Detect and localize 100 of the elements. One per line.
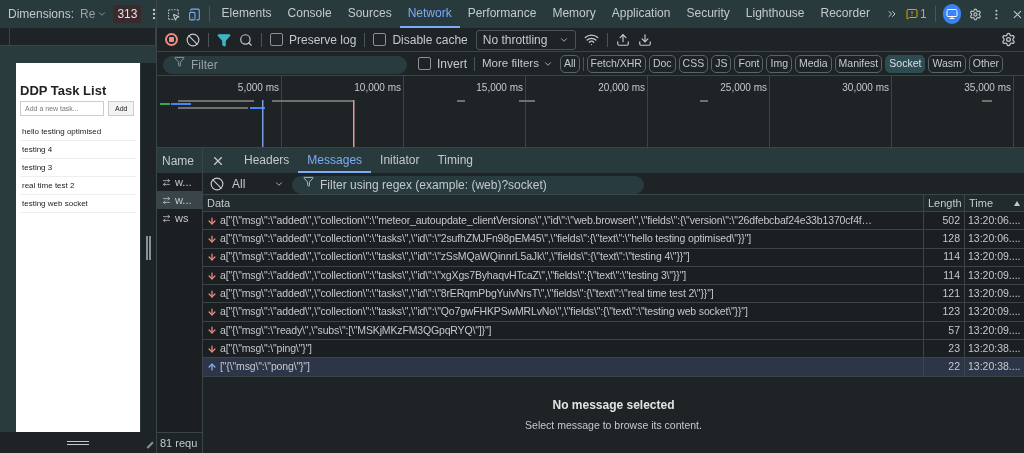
filter-icon[interactable] [217, 32, 231, 47]
timeline-tick-label: 20,000 ms [598, 81, 645, 95]
type-filter-chip[interactable]: Fetch/XHR [586, 54, 646, 73]
down-arrow-icon [207, 325, 217, 336]
empty-state-hint: Select message to browse its content. [525, 417, 702, 433]
message-length: 22 [923, 358, 964, 376]
task-item: real time test 2 [20, 177, 136, 196]
column-header[interactable]: Data [203, 195, 923, 211]
request-row[interactable]: w... [157, 191, 202, 209]
checkbox-label: Invert [437, 55, 467, 73]
devtools-tab[interactable]: Application [603, 0, 679, 28]
bottom-resize-handle[interactable] [67, 440, 89, 445]
device-toolbar-icon[interactable] [187, 6, 201, 22]
message-row[interactable]: a["{\"msg\":\"ready\",\"subs\":[\"MSKjMKzFM3QGpqRYQ\"]}"] 57 13:20:09.... [203, 321, 1024, 341]
devtools-tab[interactable]: Recorder [812, 0, 878, 28]
message-data: a["{\"msg\":\"added\",\"collection\":\"tasks\",\"id\":\"2sufhZMJFn98pEM45\",\"fields\":{\"text\":\"hello testing optimised\"}}"] [220, 231, 751, 247]
message-data: a["{\"msg\":\"ping\"}"] [220, 340, 312, 356]
message-length: 23 [923, 340, 964, 358]
devtools-tab[interactable]: Sources [339, 0, 400, 28]
message-time: 13:20:09.... [964, 321, 1024, 340]
checkbox[interactable] [373, 33, 387, 46]
up-arrow-icon [207, 362, 217, 372]
requests-count: 81 requ [157, 432, 202, 453]
message-row[interactable]: a["{\"msg\":\"added\",\"collection\":\"tasks\",\"id\":\"8rERqmPbgYuivNrsT\",\"fields\":{\"text\":\"real time test 2\"}}"] 121 13:20:09.... [203, 285, 1024, 304]
download-icon[interactable] [637, 32, 652, 47]
down-arrow-icon [207, 307, 217, 318]
timeline-tick-label: 35,000 ms [964, 81, 1011, 95]
upload-icon[interactable] [615, 32, 630, 47]
type-filter-chip[interactable]: Other [968, 54, 1004, 73]
message-row[interactable]: ["{\"msg\":\"pong\"}"] 22 13:20:38.... [203, 358, 1024, 377]
message-row[interactable]: a["{\"msg\":\"added\",\"collection\":\"tasks\",\"id\":\"2sufhZMJFn98pEM45\",\"fields\":{\"text\":\"hello testing optimised\"}}"] 128 13:20:06.... [203, 230, 1024, 249]
message-data: ["{\"msg\":\"pong\"}"] [220, 359, 310, 375]
type-filter-chip[interactable]: Font [734, 54, 764, 73]
task-item: testing 4 [20, 141, 136, 160]
message-length: 123 [923, 303, 964, 321]
devtools-tab[interactable]: Performance [459, 0, 545, 28]
message-row[interactable]: a["{\"msg\":\"added\",\"collection\":\"tasks\",\"id\":\"Qo7gwFHKPSwMRLvNo\",\"fields\":{\"text\":\"testing web socket\"}}"] 123 13:20:09.... [203, 303, 1024, 322]
timeline-tick-label: 10,000 ms [354, 81, 401, 95]
clear-icon[interactable] [186, 32, 200, 47]
devtools-tab[interactable]: Network [399, 0, 460, 28]
column-header[interactable]: Time [964, 195, 1024, 211]
message-row[interactable]: a["{\"msg\":\"added\",\"collection\":\"meteor_autoupdate_clientVersions\",\"id\":\"web.browser\",\"fields\":{\"version\":\"26dfebcbaf24e33b1370cf4f… 502 13:20:06.... [203, 212, 1024, 231]
message-filter-field[interactable]: Filter using regex (example: (web)?socket) [292, 175, 644, 194]
timeline-tick-label: 5,000 ms [237, 81, 279, 95]
devtools-tab[interactable]: Memory [544, 0, 604, 28]
devtools-tab[interactable]: Security [678, 0, 738, 28]
settings-icon[interactable] [1001, 32, 1016, 47]
down-arrow-icon [207, 270, 217, 281]
down-arrow-icon [207, 288, 217, 299]
column-header[interactable]: Length [923, 195, 964, 211]
down-arrow-icon [207, 343, 217, 354]
type-filter-chip[interactable]: CSS [678, 54, 709, 73]
type-filter-chip[interactable]: Socket [885, 54, 926, 73]
message-length: 502 [923, 212, 964, 230]
resize-handle[interactable] [146, 235, 151, 260]
page-title: DDP Task List [20, 83, 108, 100]
type-filter-chip[interactable]: Wasm [928, 54, 966, 73]
transfer-icon [162, 195, 171, 205]
message-row[interactable]: a["{\"msg\":\"added\",\"collection\":\"tasks\",\"id\":\"xgXgs7ByhaqvHTcaZ\",\"fields\":{\"text\":\"testing 3\"}}"] 114 13:20:09.... [203, 266, 1024, 286]
message-row[interactable]: a["{\"msg\":\"added\",\"collection\":\"tasks\",\"id\":\"zSsMQaWQinnrL5aJk\",\"fields\":{\"text\":\"testing 4\"}}"] 114 13:20:09.... [203, 248, 1024, 267]
checkbox[interactable] [270, 33, 283, 46]
down-arrow-icon [207, 215, 217, 226]
task-item: testing 3 [20, 159, 136, 178]
message-time: 13:20:09.... [964, 303, 1024, 321]
type-filter-chip[interactable]: Img [766, 54, 792, 73]
search-icon[interactable] [239, 32, 253, 47]
request-row[interactable]: w... [157, 173, 202, 191]
type-filter-chip[interactable]: All [559, 54, 580, 73]
message-length: 57 [923, 321, 964, 340]
clear-messages-icon[interactable] [210, 176, 224, 191]
settings-icon[interactable] [969, 6, 983, 22]
detail-tab[interactable]: Messages [298, 148, 372, 173]
devtools-tab[interactable]: Console [279, 0, 340, 28]
detail-tab[interactable]: Initiator [371, 148, 429, 173]
message-length: 114 [923, 248, 964, 266]
filter-field[interactable]: Filter [163, 55, 407, 74]
type-filter-chip[interactable]: Manifest [834, 54, 883, 73]
devtools-tab[interactable]: Elements [213, 0, 280, 28]
record-icon[interactable] [165, 33, 178, 46]
preset-dropdown[interactable]: Re [80, 5, 108, 23]
monitor-icon[interactable] [943, 4, 962, 24]
transfer-icon [162, 177, 171, 187]
message-type-dropdown[interactable]: All [232, 174, 284, 193]
network-conditions-icon[interactable] [583, 32, 599, 47]
detail-tab[interactable]: Timing [428, 148, 482, 173]
detail-tab[interactable]: Headers [235, 148, 299, 173]
width-field[interactable]: 313 [113, 5, 142, 23]
issues-badge[interactable]: 1 [905, 5, 927, 23]
request-row[interactable]: ws [157, 209, 202, 227]
checkbox[interactable] [418, 57, 431, 70]
empty-state-title: No message selected [552, 396, 675, 414]
message-time: 13:20:06.... [964, 230, 1024, 248]
type-filter-chip[interactable]: Doc [648, 54, 676, 73]
type-filter-chip[interactable]: JS [711, 54, 732, 73]
devtools-tab[interactable]: Lighthouse [737, 0, 813, 28]
message-data: a["{\"msg\":\"added\",\"collection\":\"tasks\",\"id\":\"8rERqmPbgYuivNrsT\",\"fields\":{\"text\":\"real time test 2\"}}"] [220, 285, 714, 301]
inspect-icon[interactable] [167, 6, 180, 22]
more-filters-dropdown[interactable]: More filters [482, 54, 553, 73]
type-filter-chip[interactable]: Media [795, 54, 832, 73]
throttling-dropdown[interactable]: No throttling [475, 29, 576, 50]
